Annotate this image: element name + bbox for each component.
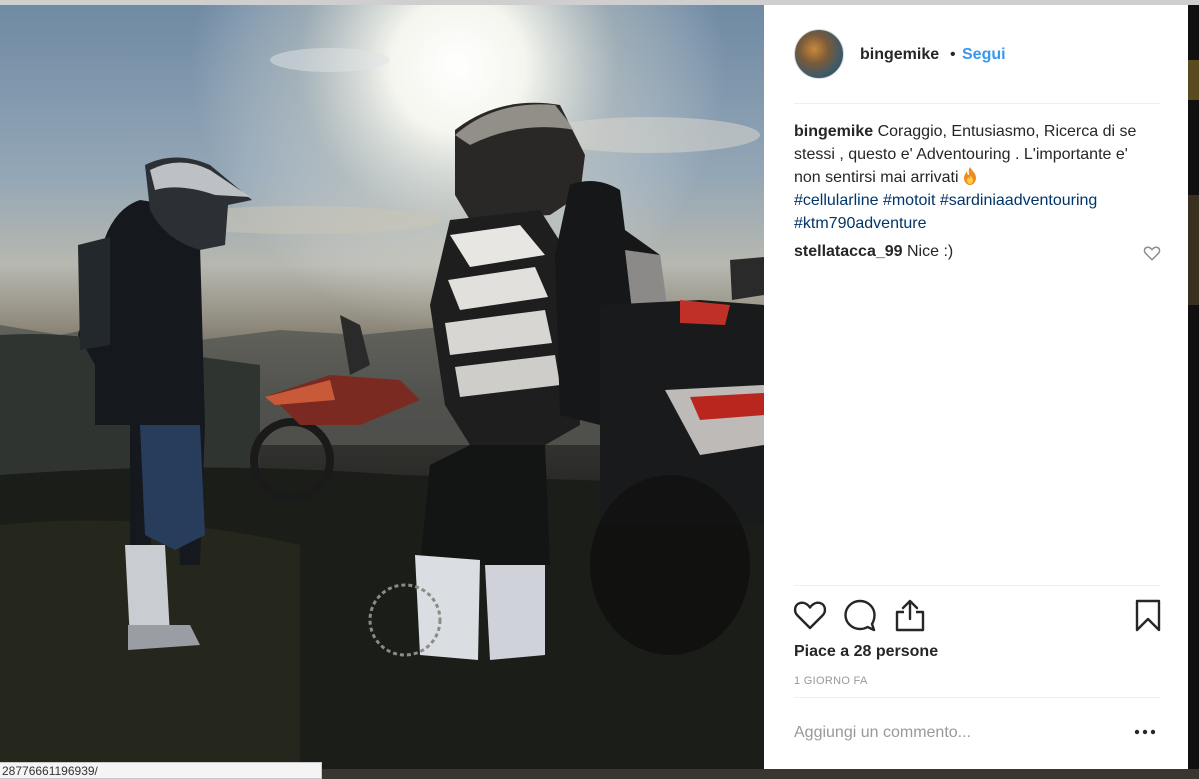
caption-username[interactable]: bingemike (794, 123, 873, 140)
hashtag-link[interactable]: #motoit (883, 192, 935, 209)
photo-illustration (0, 5, 764, 769)
share-icon[interactable] (892, 597, 928, 633)
avatar[interactable] (794, 29, 844, 79)
post-details-panel: bingemike • Segui bingemike Coraggio, En… (764, 5, 1188, 769)
hashtag-link[interactable]: #sardiniaadventouring (940, 192, 1097, 209)
bookmark-icon[interactable] (1130, 597, 1166, 633)
header-divider (794, 103, 1160, 104)
heart-icon[interactable] (792, 597, 828, 633)
fire-emoji-icon (963, 167, 976, 185)
comment-username[interactable]: stellatacca_99 (794, 243, 903, 260)
add-comment-input[interactable]: Aggiungi un commento... (794, 724, 971, 742)
actions-divider (794, 585, 1160, 586)
backdrop-right-edge (1188, 5, 1199, 779)
small-heart-icon[interactable] (1143, 244, 1161, 262)
comment-input-divider (794, 697, 1160, 698)
status-bar-url: 28776661196939/ (0, 762, 322, 779)
post-caption: bingemike Coraggio, Entusiasmo, Ricerca … (794, 120, 1154, 235)
header-username[interactable]: bingemike (860, 46, 939, 64)
more-options-icon[interactable] (1131, 721, 1161, 743)
comment-item: stellatacca_99 Nice :) (794, 243, 1124, 261)
comment-text: Nice :) (906, 243, 954, 260)
header-separator: • (950, 46, 956, 63)
post-timestamp[interactable]: 1 GIORNO FA (794, 675, 868, 687)
post-photo (0, 5, 764, 769)
backdrop-bottom-edge (322, 769, 1199, 779)
hashtag-link[interactable]: #cellularline (794, 192, 879, 209)
follow-button[interactable]: Segui (962, 46, 1006, 64)
likes-count[interactable]: Piace a 28 persone (794, 643, 938, 661)
hashtag-link[interactable]: #ktm790adventure (794, 215, 927, 232)
post-header: bingemike • Segui (764, 5, 1188, 103)
comment-bubble-icon[interactable] (842, 597, 878, 633)
